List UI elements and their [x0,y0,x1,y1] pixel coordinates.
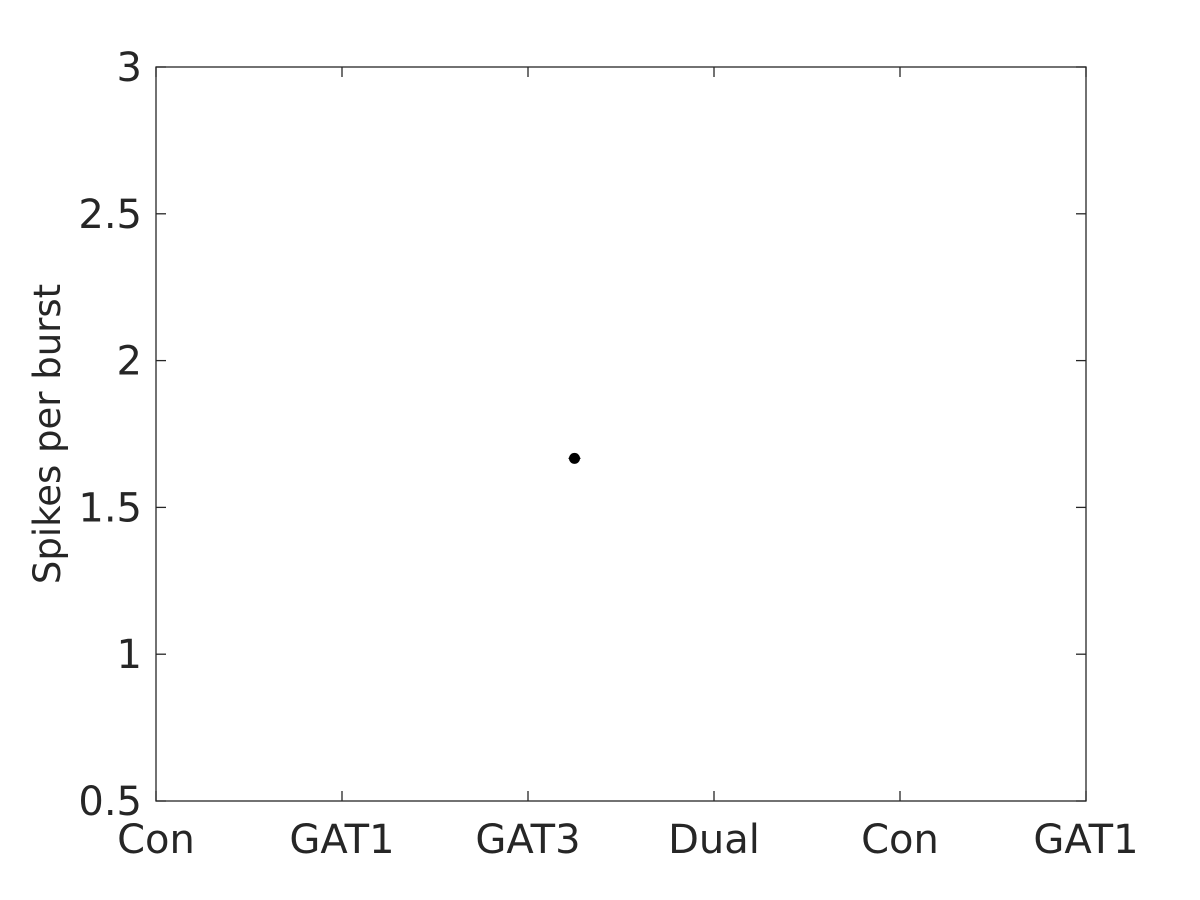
data-point [569,452,580,464]
x-tick-label: GAT1 [289,817,394,863]
y-tick-label: 1 [117,632,142,678]
y-axis-label: Spikes per burst [26,284,69,584]
y-tick-label: 2 [117,339,142,385]
x-tick-label: Con [117,817,195,863]
y-tick-label: 3 [117,45,142,91]
x-tick-label: Dual [668,817,760,863]
x-tick-label: GAT1 [1033,817,1138,863]
x-tick-labels: Con GAT1 GAT3 Dual Con GAT1 [117,817,1138,863]
y-tick-label: 2.5 [78,192,142,238]
y-tick-labels: 0.511.522.53 [78,45,142,825]
y-tick-label: 1.5 [78,485,142,531]
chart: 0.511.522.53 Con GAT1 GAT3 Dual Con GAT1 Spik… [26,45,1139,863]
x-tick-label: Con [861,817,939,863]
x-tick-label: GAT3 [475,817,580,863]
plot-area [155,66,1087,802]
